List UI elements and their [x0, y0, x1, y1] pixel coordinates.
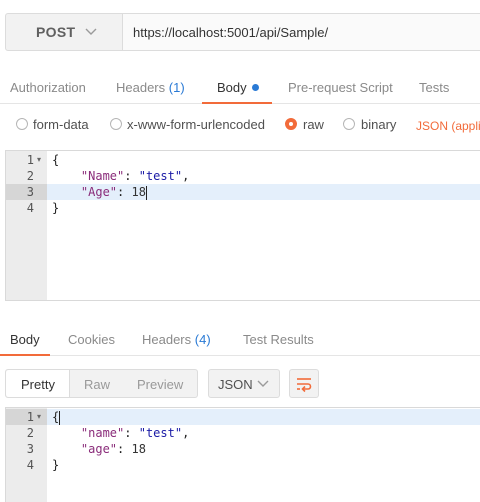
code-line: "name": "test", [80, 426, 190, 440]
json-key: "age" [80, 442, 118, 456]
body-type-options: form-data x-www-form-urlencoded raw bina… [0, 114, 480, 136]
json-value: "test" [138, 426, 183, 440]
wrap-lines-button[interactable] [289, 369, 319, 398]
json-value: "test" [138, 169, 183, 183]
tab-authorization[interactable]: Authorization [10, 80, 86, 95]
radio-binary[interactable] [343, 118, 355, 130]
json-key: "Name" [80, 169, 125, 183]
tab-response-body[interactable]: Body [10, 332, 40, 347]
tab-headers[interactable]: Headers (1) [116, 80, 185, 95]
fold-arrow-icon[interactable]: ▾ [37, 152, 41, 168]
headers-count: (4) [194, 332, 211, 347]
code-line: { [52, 410, 61, 425]
request-url-bar: POST https://localhost:5001/api/Sample/ [0, 0, 480, 62]
active-line-highlight [47, 409, 480, 425]
pretty-button[interactable]: Pretty [21, 377, 55, 392]
url-input[interactable]: https://localhost:5001/api/Sample/ [122, 13, 480, 51]
modified-dot-icon [251, 84, 259, 92]
line-number: 1 [26, 410, 34, 424]
tab-test-results[interactable]: Test Results [243, 332, 314, 347]
code-line: "Age": 18 [80, 185, 147, 200]
radio-form-data[interactable] [16, 118, 28, 130]
tab-tests[interactable]: Tests [419, 80, 449, 95]
line-number: 4 [26, 458, 34, 472]
line-number: 2 [26, 426, 34, 440]
format-toggle-group: Pretty Raw Preview [5, 369, 198, 398]
json-key: "Age" [80, 185, 118, 199]
preview-button[interactable]: Preview [137, 377, 183, 392]
active-tab-indicator [202, 102, 272, 104]
line-number: 4 [26, 201, 34, 215]
radio-raw[interactable] [285, 118, 297, 130]
radio-label: binary [361, 117, 397, 132]
line-number: 3 [26, 442, 34, 456]
chevron-down-icon [257, 380, 269, 387]
line-number: 3 [26, 185, 34, 199]
radio-label: raw [303, 117, 324, 132]
json-value: 18 [131, 185, 146, 199]
chevron-down-icon [85, 28, 97, 35]
response-body-viewer[interactable]: 1 ▾ 2 3 4 { "name": "test", "age": 18 } [5, 407, 480, 502]
request-tabs: Authorization Headers (1) Body Pre-reque… [0, 72, 480, 104]
text-cursor [145, 185, 147, 200]
response-tabs: Body Cookies Headers (4) Test Results [0, 322, 480, 356]
code-line: } [52, 201, 60, 215]
fold-arrow-icon[interactable]: ▾ [37, 409, 41, 425]
json-key: "name" [80, 426, 125, 440]
headers-count: (1) [168, 80, 185, 95]
language-label: JSON [218, 377, 253, 392]
raw-button[interactable]: Raw [84, 377, 110, 392]
json-value: 18 [131, 442, 146, 456]
line-number: 1 [26, 153, 34, 167]
radio-x-www-form-urlencoded[interactable] [110, 118, 122, 130]
tab-body[interactable]: Body [217, 80, 259, 95]
radio-label: x-www-form-urlencoded [127, 117, 265, 132]
code-line: "age": 18 [80, 442, 146, 456]
code-line: } [52, 458, 60, 472]
active-tab-indicator [0, 354, 50, 356]
url-text: https://localhost:5001/api/Sample/ [133, 24, 329, 40]
content-type-dropdown[interactable]: JSON (applic [416, 119, 480, 133]
tab-response-headers[interactable]: Headers (4) [142, 332, 211, 347]
tab-cookies[interactable]: Cookies [68, 332, 115, 347]
code-line: { [52, 153, 60, 167]
request-body-editor[interactable]: 1 ▾ 2 3 4 { "Name": "test", "Age": 18 } [5, 150, 480, 301]
text-cursor [59, 410, 61, 425]
tab-pre-request-script[interactable]: Pre-request Script [288, 80, 393, 95]
line-number: 2 [26, 169, 34, 183]
method-dropdown[interactable]: POST [5, 13, 123, 51]
code-line: "Name": "test", [80, 169, 190, 183]
response-language-dropdown[interactable]: JSON [208, 369, 280, 398]
wrap-lines-icon [297, 378, 312, 393]
method-label: POST [36, 24, 76, 40]
radio-label: form-data [33, 117, 89, 132]
